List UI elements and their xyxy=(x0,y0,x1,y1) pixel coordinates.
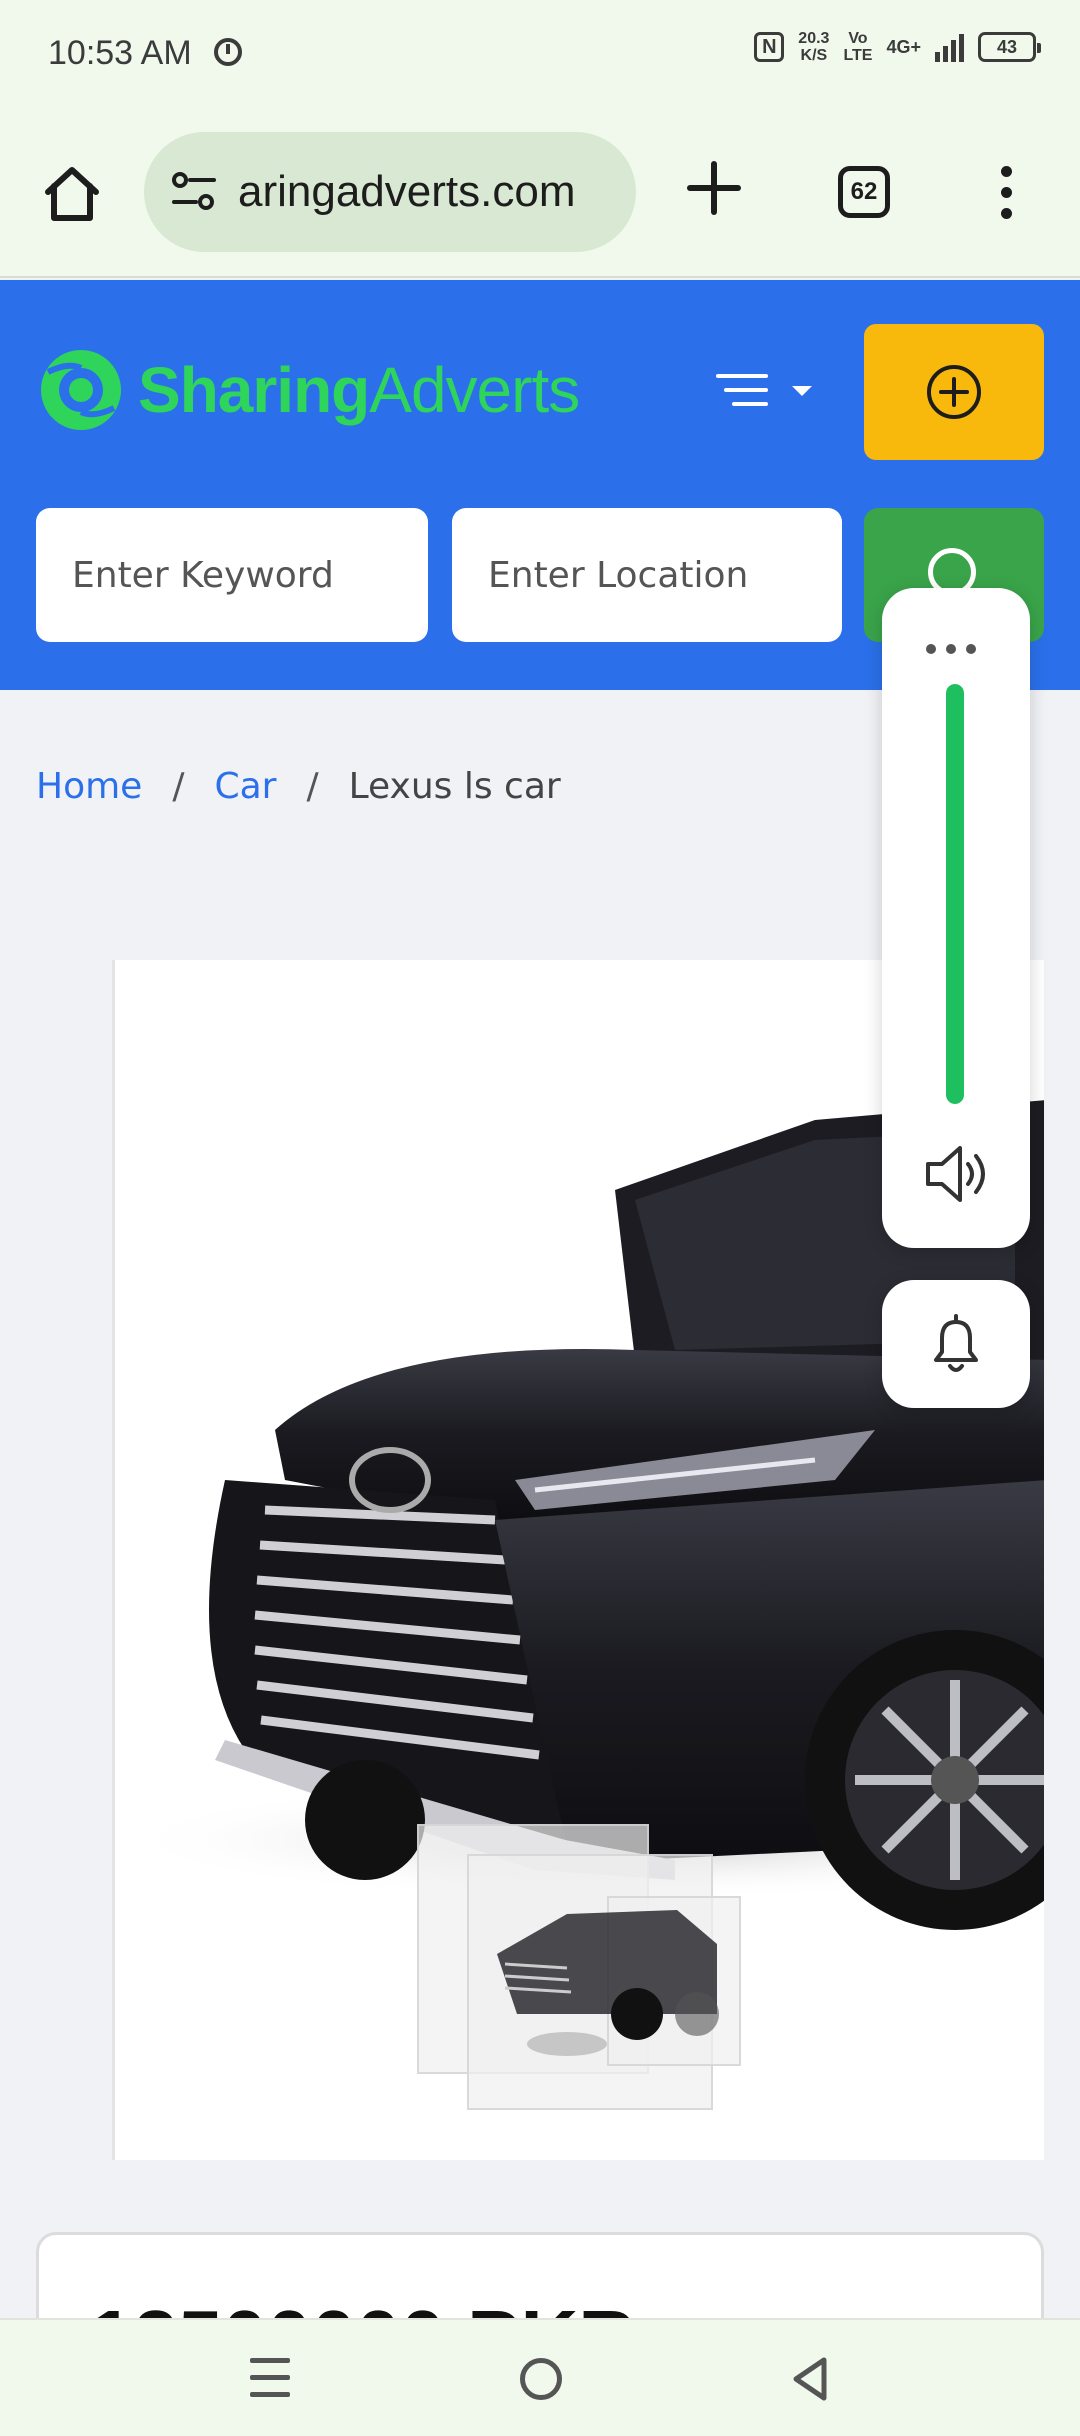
menu-toggle-icon[interactable] xyxy=(716,372,816,412)
site-settings-icon[interactable] xyxy=(168,166,220,218)
browser-toolbar: aringadverts.com 62 xyxy=(0,112,1080,278)
net-speed: 20.3 K/S xyxy=(798,30,829,64)
network-type: 4G+ xyxy=(886,36,921,57)
keyword-input[interactable] xyxy=(36,508,428,642)
bell-icon[interactable] xyxy=(926,1314,986,1376)
volte-indicator: Vo LTE xyxy=(843,30,872,64)
status-time: 10:53 AM xyxy=(48,34,192,72)
recents-icon[interactable] xyxy=(250,2358,290,2402)
tabs-icon[interactable]: 62 xyxy=(838,166,890,218)
back-icon[interactable] xyxy=(790,2356,830,2402)
volume-level xyxy=(946,684,964,1104)
add-circle-icon xyxy=(927,365,981,419)
thumbnail-car-image xyxy=(497,1910,719,2056)
home-icon[interactable] xyxy=(40,162,104,226)
volte-top: Vo xyxy=(848,30,868,47)
logo-mark-icon xyxy=(41,350,121,430)
more-vert-icon[interactable] xyxy=(996,166,1016,226)
post-ad-button[interactable] xyxy=(864,324,1044,460)
site-logo[interactable]: SharingAdverts xyxy=(38,332,580,448)
logo-text-part2: Adverts xyxy=(369,354,580,426)
breadcrumb-current: Lexus ls car xyxy=(348,766,561,807)
address-bar[interactable]: aringadverts.com xyxy=(144,132,636,252)
nfc-icon: N xyxy=(754,32,785,62)
status-indicators: N 20.3 K/S Vo LTE 4G+ 43 xyxy=(754,30,1041,64)
tab-count: 62 xyxy=(850,178,878,205)
location-input[interactable] xyxy=(452,508,842,642)
url-text[interactable]: aringadverts.com xyxy=(238,167,575,217)
volume-slider[interactable] xyxy=(946,684,964,1104)
home-nav-icon[interactable] xyxy=(520,2358,562,2400)
status-bar: 10:53 AM N 20.3 K/S Vo LTE 4G+ 43 xyxy=(0,0,1080,112)
breadcrumb-separator: / xyxy=(306,766,319,807)
logo-text-part1: Sharing xyxy=(138,354,370,426)
speaker-icon[interactable] xyxy=(924,1144,990,1204)
logo-text: SharingAdverts xyxy=(138,353,580,427)
net-speed-unit: K/S xyxy=(800,47,828,64)
system-nav-bar xyxy=(0,2318,1080,2436)
alarm-icon xyxy=(214,38,242,66)
breadcrumb-category[interactable]: Car xyxy=(214,766,276,807)
battery-level: 43 xyxy=(996,37,1018,57)
signal-icon xyxy=(935,32,964,62)
plus-icon[interactable] xyxy=(684,158,744,218)
volume-panel[interactable] xyxy=(882,588,1030,1248)
breadcrumb: Home / Car / Lexus ls car xyxy=(36,766,561,807)
volte-bottom: LTE xyxy=(843,47,873,64)
battery-icon: 43 xyxy=(978,32,1041,62)
thumbnail-strip[interactable] xyxy=(417,1824,837,2114)
notification-volume-panel[interactable] xyxy=(882,1280,1030,1408)
breadcrumb-home[interactable]: Home xyxy=(36,766,142,807)
more-horiz-icon[interactable] xyxy=(926,644,976,654)
net-speed-value: 20.3 xyxy=(798,30,830,47)
breadcrumb-separator: / xyxy=(172,766,185,807)
